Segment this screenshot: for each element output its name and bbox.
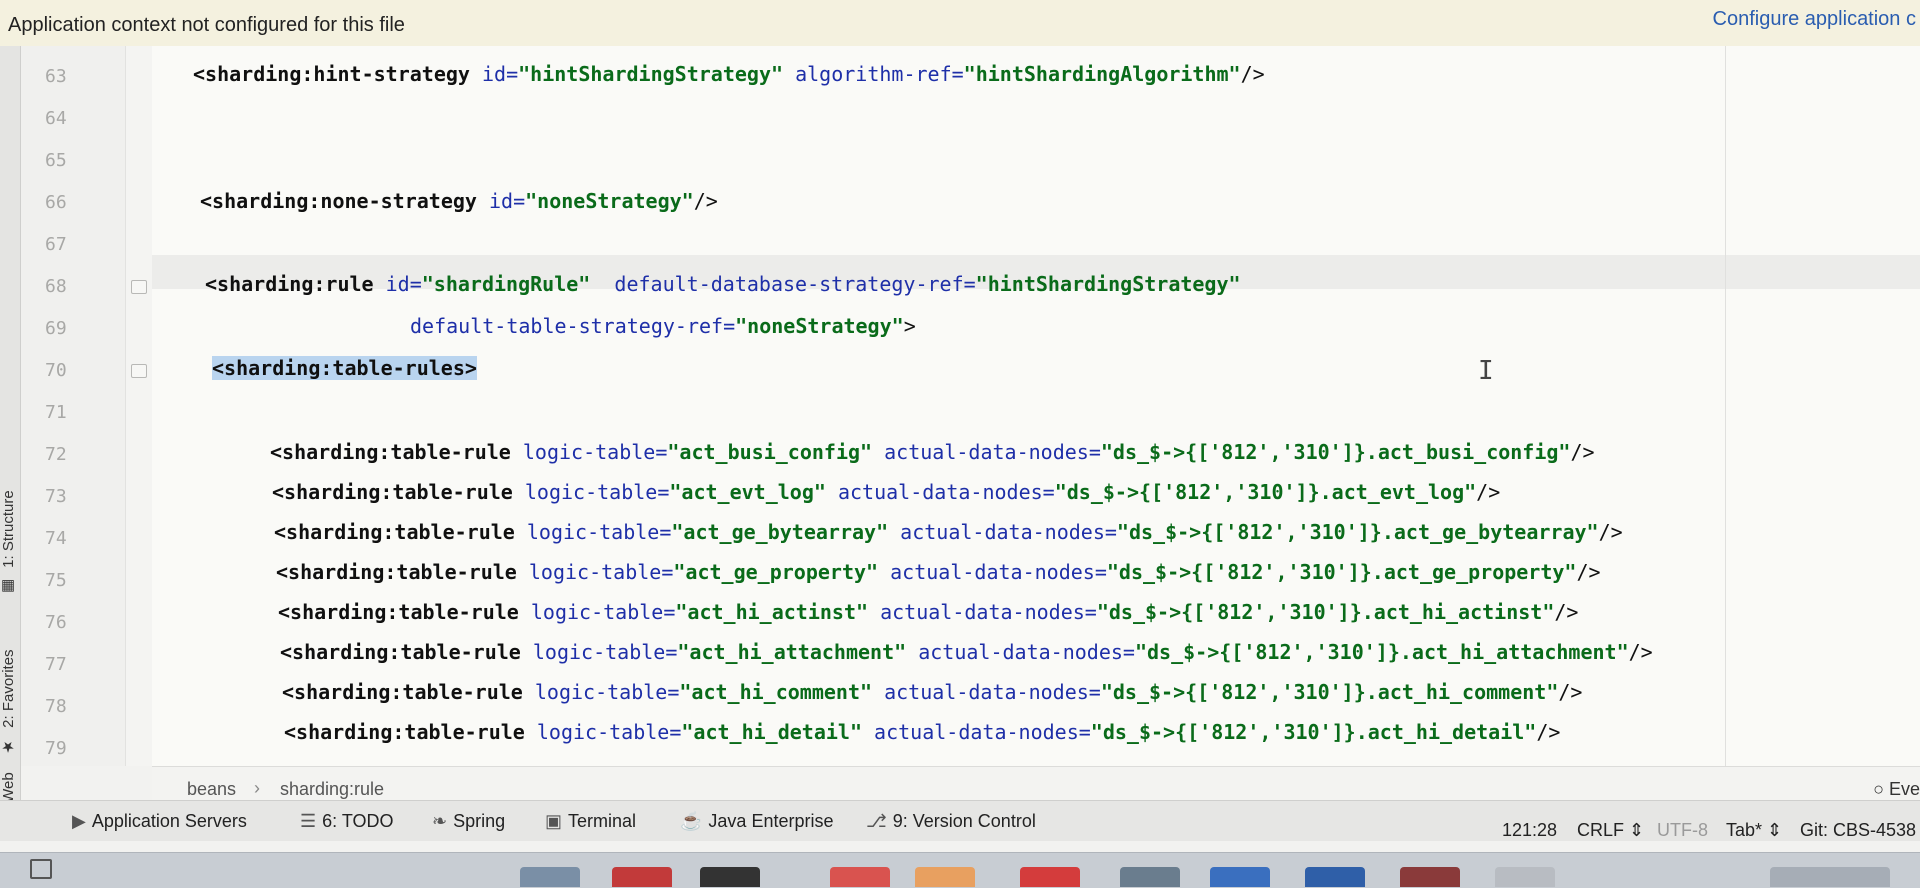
fold-icon[interactable] (131, 364, 147, 378)
taskbar-app-icon[interactable] (915, 867, 975, 887)
code-line-72[interactable]: <sharding:table-rule logic-table="act_bu… (270, 440, 1595, 464)
structure-icon: ▦ (0, 578, 17, 596)
text-cursor-icon: I (1478, 356, 1494, 386)
taskbar-app-icon[interactable] (1020, 867, 1080, 887)
line-number: 63 (45, 66, 67, 87)
left-tool-strip: ▦ 1: Structure ★ 2: Favorites ◎ Web (0, 46, 21, 831)
file-encoding[interactable]: UTF-8 (1657, 820, 1708, 841)
code-line-74[interactable]: <sharding:table-rule logic-table="act_ge… (274, 520, 1623, 544)
code-line-70[interactable]: <sharding:table-rules> (212, 356, 477, 380)
status-bar: 121:28 CRLF ⇕ UTF-8 Tab* ⇕ Git: CBS-4538 (0, 820, 1920, 854)
line-number: 66 (45, 192, 67, 213)
tab-favorites-label: 2: Favorites (0, 649, 17, 728)
line-number: 67 (45, 234, 67, 255)
line-number: 77 (45, 654, 67, 675)
configure-application-link[interactable]: Configure application c (1713, 8, 1916, 31)
os-taskbar (0, 852, 1920, 888)
taskbar-app-icon[interactable] (700, 867, 760, 887)
notification-bar: Application context not configured for t… (0, 0, 1920, 47)
line-number: 76 (45, 612, 67, 633)
breadcrumb-sharding-rule[interactable]: sharding:rule (280, 779, 384, 800)
tab-web-label: Web (0, 772, 17, 803)
code-line-73[interactable]: <sharding:table-rule logic-table="act_ev… (272, 480, 1500, 504)
line-number: 75 (45, 570, 67, 591)
window-icon[interactable] (30, 859, 52, 879)
code-line-75[interactable]: <sharding:table-rule logic-table="act_ge… (276, 560, 1601, 584)
taskbar-app-icon[interactable] (520, 867, 580, 887)
notification-text: Application context not configured for t… (8, 14, 405, 36)
event-log-icon: ○ (1873, 779, 1889, 799)
tab-structure[interactable]: ▦ 1: Structure (0, 406, 20, 596)
line-number: 79 (45, 738, 67, 759)
taskbar-app-icon[interactable] (1400, 867, 1460, 887)
git-branch[interactable]: Git: CBS-4538 (1800, 820, 1916, 841)
tab-favorites[interactable]: ★ 2: Favorites (0, 606, 20, 756)
code-line-79[interactable]: <sharding:table-rule logic-table="act_hi… (284, 720, 1560, 744)
line-number: 68 (45, 276, 67, 297)
line-number: 70 (45, 360, 67, 381)
code-line-77[interactable]: <sharding:table-rule logic-table="act_hi… (280, 640, 1653, 664)
taskbar-app-icon[interactable] (1305, 867, 1365, 887)
star-icon: ★ (0, 738, 17, 756)
code-line-76[interactable]: <sharding:table-rule logic-table="act_hi… (278, 600, 1578, 624)
event-log-link[interactable]: ○ Eve (1873, 779, 1920, 800)
line-number: 71 (45, 402, 67, 423)
code-line-68[interactable]: <sharding:rule id="shardingRule" default… (205, 272, 1241, 296)
chevron-right-icon: › (254, 778, 260, 798)
code-line-78[interactable]: <sharding:table-rule logic-table="act_hi… (282, 680, 1582, 704)
taskbar-app-icon[interactable] (830, 867, 890, 887)
taskbar-app-icon[interactable] (1120, 867, 1180, 887)
indent-setting[interactable]: Tab* ⇕ (1726, 820, 1782, 841)
fold-icon[interactable] (131, 280, 147, 294)
right-margin-guide (1725, 46, 1726, 766)
taskbar-app-icon[interactable] (612, 867, 672, 887)
line-separator[interactable]: CRLF ⇕ (1577, 820, 1644, 841)
line-number: 72 (45, 444, 67, 465)
taskbar-app-icon[interactable] (1210, 867, 1270, 887)
caret-position[interactable]: 121:28 (1502, 820, 1557, 841)
fold-gutter (125, 46, 152, 766)
tab-structure-label: 1: Structure (0, 490, 17, 568)
line-number: 78 (45, 696, 67, 717)
line-number: 69 (45, 318, 67, 339)
breadcrumb-beans[interactable]: beans (187, 779, 236, 800)
line-number: 64 (45, 108, 67, 129)
taskbar-app-icon[interactable] (1495, 867, 1555, 887)
line-number: 74 (45, 528, 67, 549)
line-number: 65 (45, 150, 67, 171)
line-number: 73 (45, 486, 67, 507)
code-line-69[interactable]: default-table-strategy-ref="noneStrategy… (410, 314, 916, 338)
code-line-63[interactable]: <sharding:hint-strategy id="hintSharding… (193, 62, 1265, 86)
system-tray[interactable] (1770, 867, 1890, 887)
code-line-66[interactable]: <sharding:none-strategy id="noneStrategy… (200, 189, 718, 213)
